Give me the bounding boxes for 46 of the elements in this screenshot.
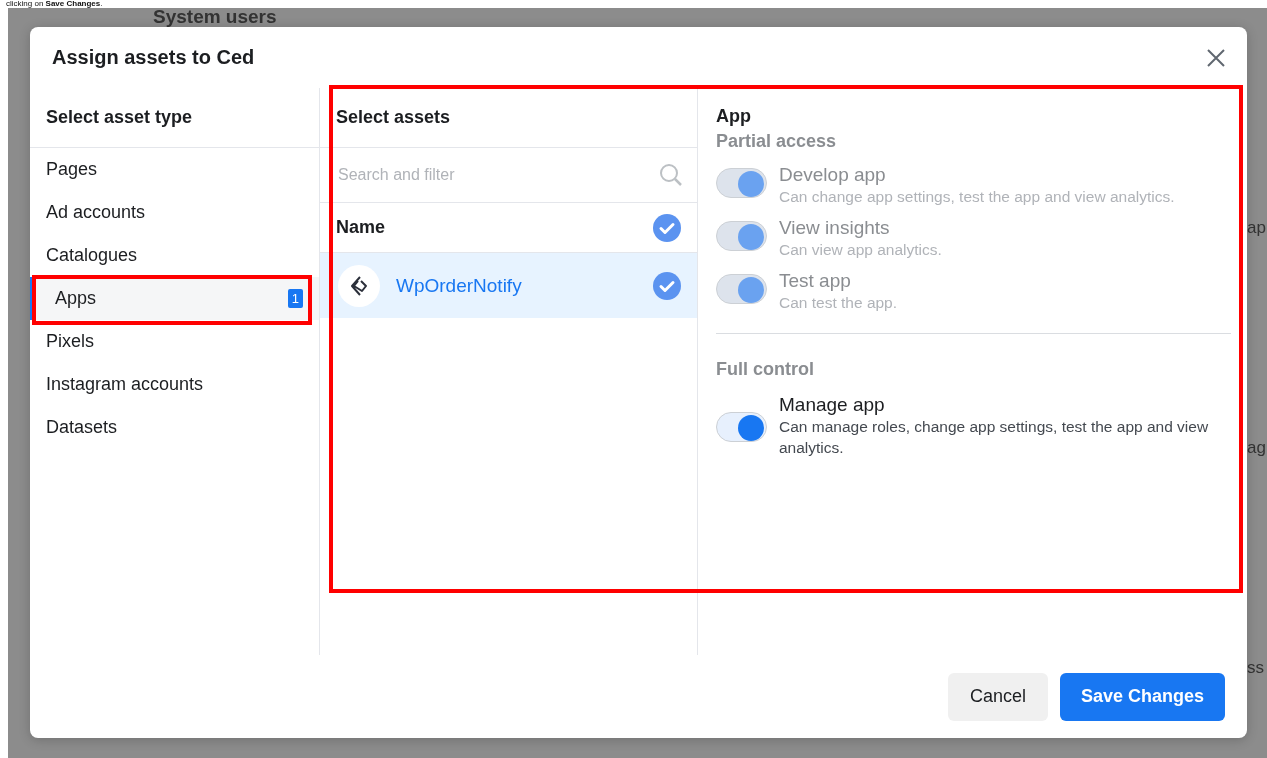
- column-heading: Select asset type: [30, 88, 319, 148]
- asset-type-item[interactable]: Datasets: [30, 406, 319, 449]
- dialog-title: Assign assets to Ced: [52, 46, 255, 69]
- permission-description: Can manage roles, change app settings, test the app and view analytics.: [779, 417, 1210, 458]
- background-text: ss: [1247, 658, 1265, 678]
- search-field[interactable]: Search and filter: [336, 165, 659, 185]
- asset-type-label: Catalogues: [46, 245, 138, 266]
- asset-type-item[interactable]: Apps 1: [30, 277, 319, 320]
- column-heading: Select assets: [320, 88, 697, 148]
- permission-description: Can test the app.: [779, 293, 898, 313]
- asset-type-item[interactable]: Ad accounts: [30, 191, 319, 234]
- permission-description: Can view app analytics.: [779, 240, 942, 260]
- asset-type-label: Pages: [46, 159, 98, 180]
- permission-label: Test app: [779, 270, 852, 292]
- count-badge: 1: [287, 289, 303, 308]
- asset-type-label: Apps: [55, 288, 97, 309]
- asset-type-label: Datasets: [46, 417, 118, 438]
- asset-type-label: Pixels: [46, 331, 94, 352]
- asset-type-item[interactable]: Pages: [30, 148, 319, 191]
- permission-label: Develop app: [779, 164, 887, 186]
- section-heading: App: [716, 106, 752, 127]
- permission-label: Manage app: [779, 394, 886, 416]
- asset-type-label: Instagram accounts: [46, 374, 204, 395]
- page-title: System users: [153, 6, 277, 28]
- permission-description: Can change app settings, test the app and view analytics.: [779, 187, 1175, 207]
- permission-label: View insights: [779, 217, 891, 239]
- column-label: Name: [336, 217, 386, 238]
- search-icon: [659, 163, 683, 187]
- group-title: Partial access: [716, 131, 838, 152]
- checkmark-icon[interactable]: [653, 213, 681, 242]
- asset-type-label: Ad accounts: [46, 202, 146, 223]
- asset-type-item[interactable]: Pixels: [30, 320, 319, 363]
- app-logo-icon: [338, 264, 380, 307]
- group-title: Full control: [716, 359, 815, 380]
- asset-type-item[interactable]: Instagram accounts: [30, 363, 319, 406]
- background-text: ap: [1247, 218, 1267, 238]
- toggle-switch[interactable]: [716, 412, 767, 442]
- background-text: ag: [1247, 438, 1267, 458]
- save-button[interactable]: Save Changes: [1059, 672, 1225, 721]
- cancel-button[interactable]: Cancel: [947, 672, 1048, 721]
- checkmark-icon[interactable]: [653, 271, 681, 300]
- asset-name: WpOrderNotify: [396, 274, 523, 297]
- asset-row[interactable]: WpOrderNotify: [320, 253, 697, 318]
- caption-text: clicking on Save Changes.: [5, 0, 104, 8]
- close-icon: [1207, 48, 1225, 67]
- asset-type-item[interactable]: Catalogues: [30, 234, 319, 277]
